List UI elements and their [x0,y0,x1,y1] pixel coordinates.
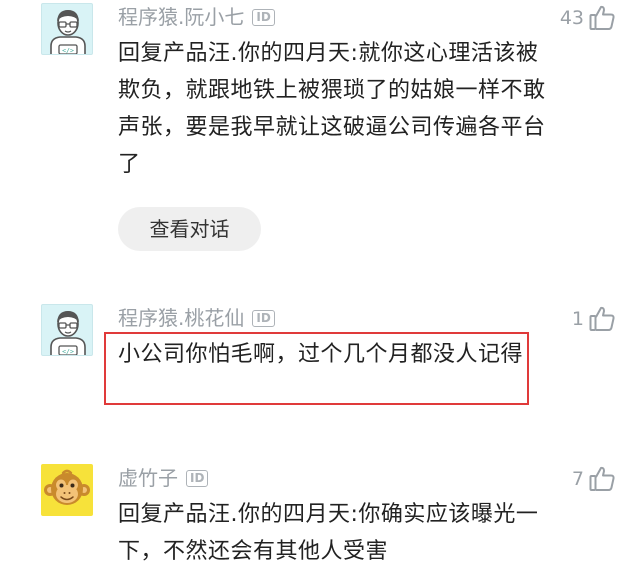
avatar[interactable] [41,464,93,516]
thumbs-up-icon [589,466,615,491]
id-badge: ID [252,8,275,26]
coder-avatar-icon: </> [50,311,86,356]
like-count: 7 [571,468,584,490]
like-button[interactable]: 43 [560,4,616,32]
comment-text: 回复产品汪.你的四月天:你确实应该曝光一下，不然还会有其他人受害 [118,502,539,564]
coder-avatar-icon: </> [50,10,86,55]
comment-text: 回复产品汪.你的四月天:就你这心理活该被欺负，就跟地铁上被猥琐了的姑娘一样不敢声… [118,41,546,177]
monkey-avatar-icon [44,469,90,505]
like-count: 1 [571,308,584,330]
id-badge: ID [252,309,275,327]
like-count: 43 [559,7,584,29]
username[interactable]: 程序猿.阮小七 ID [118,4,275,30]
view-conversation-button[interactable]: 查看对话 [118,207,261,251]
thumbs-up-icon [589,5,615,30]
like-button[interactable]: 7 [572,465,616,493]
username-text[interactable]: 程序猿.桃花仙 [118,305,244,331]
id-badge: ID [186,469,209,487]
thumbs-up-icon [589,306,615,331]
like-button[interactable]: 1 [572,305,616,333]
username-text[interactable]: 虚竹子 [118,465,178,491]
username[interactable]: 虚竹子 ID [118,465,209,491]
comment-text: 小公司你怕毛啊，过个几个月都没人记得 [118,342,524,367]
svg-text:</>: </> [62,348,74,356]
avatar[interactable]: </> [41,3,93,55]
username[interactable]: 程序猿.桃花仙 ID [118,305,275,331]
username-text[interactable]: 程序猿.阮小七 [118,4,244,30]
avatar[interactable]: </> [41,304,93,356]
svg-text:</>: </> [62,47,74,55]
